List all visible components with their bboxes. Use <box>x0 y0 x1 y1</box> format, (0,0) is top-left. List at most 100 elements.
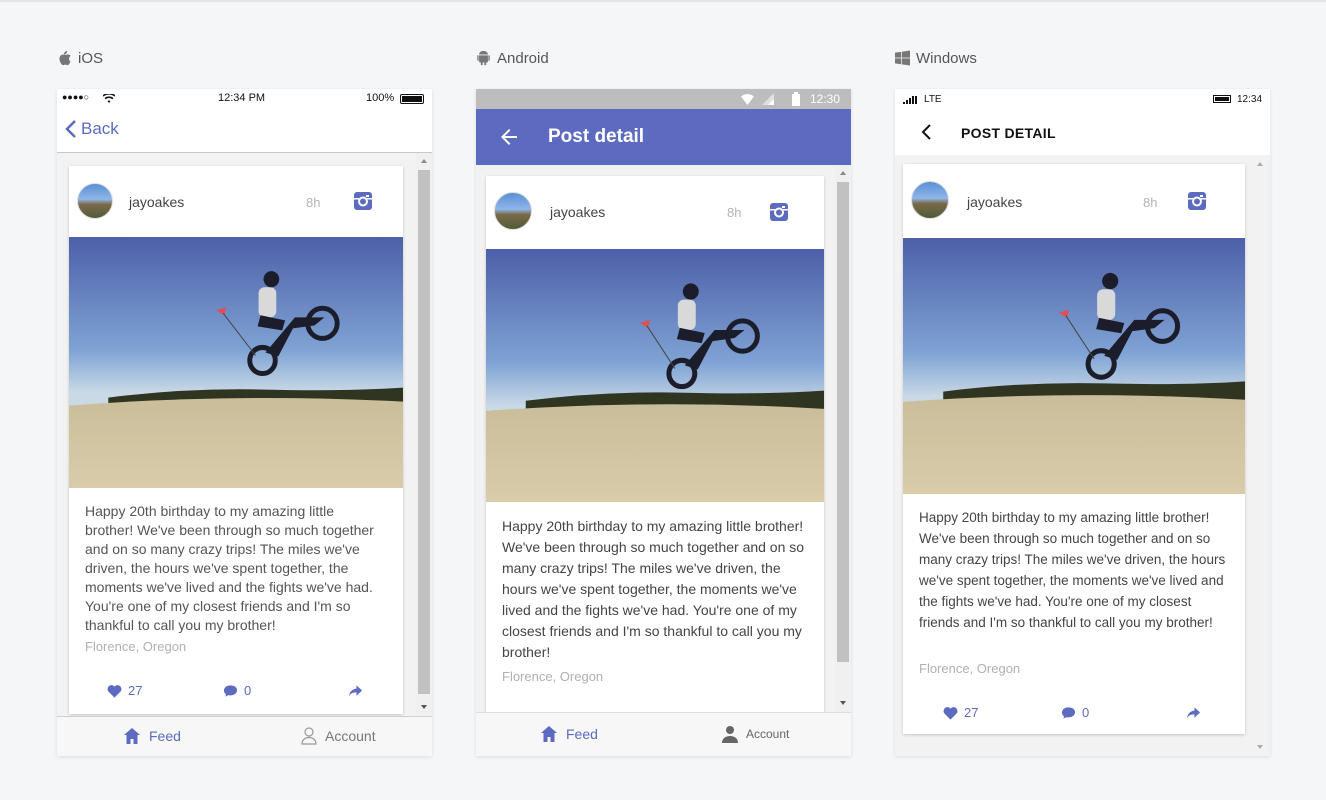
scroll-down-arrow[interactable] <box>1257 745 1263 749</box>
user-icon <box>722 726 738 743</box>
scroll-up-arrow[interactable] <box>421 159 427 163</box>
post-header: jayoakes 8h <box>903 164 1245 236</box>
post-photo[interactable] <box>903 238 1245 494</box>
tab-feed[interactable]: Feed <box>123 727 181 745</box>
home-icon <box>541 726 557 742</box>
user-outline-icon <box>301 727 317 745</box>
post-text: Happy 20th birthday to my amazing little… <box>85 503 374 633</box>
tab-account[interactable]: Account <box>722 725 789 743</box>
tab-account[interactable]: Account <box>301 727 376 745</box>
android-status-bar: 12:30 <box>476 89 851 109</box>
heart-icon <box>107 684 122 698</box>
username[interactable]: jayoakes <box>967 194 1022 210</box>
ios-nav-bar: Back <box>57 109 432 153</box>
platform-label-windows: Windows <box>895 48 977 68</box>
username[interactable]: jayoakes <box>550 204 605 220</box>
comment-button[interactable]: 0 <box>1061 705 1089 720</box>
motocross-photo <box>903 238 1245 494</box>
scroll-down-arrow[interactable] <box>421 705 427 709</box>
post-photo[interactable] <box>69 237 403 488</box>
platform-name: Android <box>497 49 549 67</box>
comment-count: 0 <box>1082 705 1090 720</box>
network-type: LTE <box>924 94 942 105</box>
chevron-left-icon[interactable] <box>921 124 933 140</box>
post-header: jayoakes 8h <box>69 166 403 238</box>
share-button[interactable] <box>348 684 363 698</box>
bottom-navigation: Feed Account <box>476 712 851 756</box>
windows-content[interactable]: jayoakes 8h Happy 20th birthday to my am… <box>895 155 1270 756</box>
comment-icon <box>1061 706 1076 719</box>
android-clock: 12:30 <box>810 92 841 106</box>
avatar[interactable] <box>77 183 113 219</box>
like-count: 27 <box>964 705 979 720</box>
post-card: jayoakes 8h Happy 20th birthday to my am… <box>69 166 403 714</box>
post-card: jayoakes 8h Happy 20th birthday to my am… <box>903 164 1245 734</box>
instagram-icon[interactable] <box>1187 191 1207 211</box>
tab-account-label: Account <box>325 728 376 744</box>
page-header: POST DETAIL <box>895 111 1270 155</box>
platform-label-android: Android <box>476 48 549 68</box>
post-time: 8h <box>1143 195 1158 210</box>
post-time: 8h <box>727 205 742 220</box>
page-title: Post detail <box>548 126 645 147</box>
signal-icon <box>903 96 917 104</box>
windows-phone: LTE 12:34 POST DETAIL jayoakes 8h Happy … <box>895 89 1270 756</box>
scroll-up-arrow[interactable] <box>1257 162 1263 166</box>
windows-status-bar: LTE 12:34 <box>895 89 1270 111</box>
share-icon <box>348 685 363 697</box>
apple-icon <box>59 50 71 66</box>
back-button[interactable]: Back <box>65 119 119 139</box>
scroll-thumb[interactable] <box>418 170 430 694</box>
comment-button[interactable]: 0 <box>223 683 251 698</box>
scroll-up-arrow[interactable] <box>840 171 846 175</box>
scrollbar[interactable] <box>416 153 432 716</box>
post-location[interactable]: Florence, Oregon <box>85 639 186 654</box>
wifi-icon <box>741 94 754 105</box>
battery-icon <box>792 92 800 106</box>
instagram-icon[interactable] <box>353 191 373 211</box>
ios-status-bar: ●●●●○ 12:34 PM 100% <box>57 89 432 109</box>
cellular-icon <box>762 93 774 105</box>
platform-name: iOS <box>78 49 104 67</box>
ios-phone: ●●●●○ 12:34 PM 100% Back jayoakes 8h Hap… <box>57 89 432 756</box>
tab-account-label: Account <box>746 727 790 741</box>
scroll-thumb[interactable] <box>837 182 849 662</box>
home-icon <box>124 728 140 744</box>
like-button[interactable]: 27 <box>107 683 142 698</box>
app-bar: Post detail <box>476 109 851 165</box>
post-location[interactable]: Florence, Oregon <box>502 669 603 684</box>
tab-feed-label: Feed <box>149 728 181 744</box>
like-button[interactable]: 27 <box>943 705 978 720</box>
instagram-icon[interactable] <box>769 202 789 222</box>
ios-clock: 12:34 PM <box>218 92 266 104</box>
windows-icon <box>895 50 910 66</box>
tab-feed[interactable]: Feed <box>540 725 598 743</box>
page-title: POST DETAIL <box>961 125 1056 141</box>
post-text: Happy 20th birthday to my amazing little… <box>919 510 1226 630</box>
battery-icon <box>1213 95 1231 103</box>
post-header: jayoakes 8h <box>486 176 824 248</box>
ios-content[interactable]: jayoakes 8h Happy 20th birthday to my am… <box>57 153 432 716</box>
like-count: 27 <box>128 683 143 698</box>
share-button[interactable] <box>1186 706 1201 720</box>
battery-icon <box>400 94 424 104</box>
android-phone: 12:30 Post detail jayoakes 8h Happy 20th… <box>476 89 851 756</box>
avatar[interactable] <box>494 192 532 230</box>
post-text: Happy 20th birthday to my amazing little… <box>502 518 805 660</box>
arrow-back-icon[interactable] <box>500 128 518 146</box>
ios-tab-bar: Feed Account <box>57 716 432 756</box>
post-location[interactable]: Florence, Oregon <box>919 661 1020 676</box>
android-content[interactable]: jayoakes 8h Happy 20th birthday to my am… <box>476 165 851 724</box>
post-photo[interactable] <box>486 249 824 502</box>
motocross-photo <box>486 249 824 502</box>
scroll-down-arrow[interactable] <box>840 701 846 705</box>
post-time: 8h <box>306 195 321 210</box>
comment-count: 0 <box>244 683 252 698</box>
username[interactable]: jayoakes <box>129 194 184 210</box>
windows-clock: 12:34 <box>1237 94 1263 105</box>
scrollbar[interactable] <box>835 165 851 712</box>
wifi-icon <box>103 94 115 103</box>
battery-percent: 100% <box>366 92 395 104</box>
android-icon <box>477 50 490 66</box>
avatar[interactable] <box>911 181 949 219</box>
